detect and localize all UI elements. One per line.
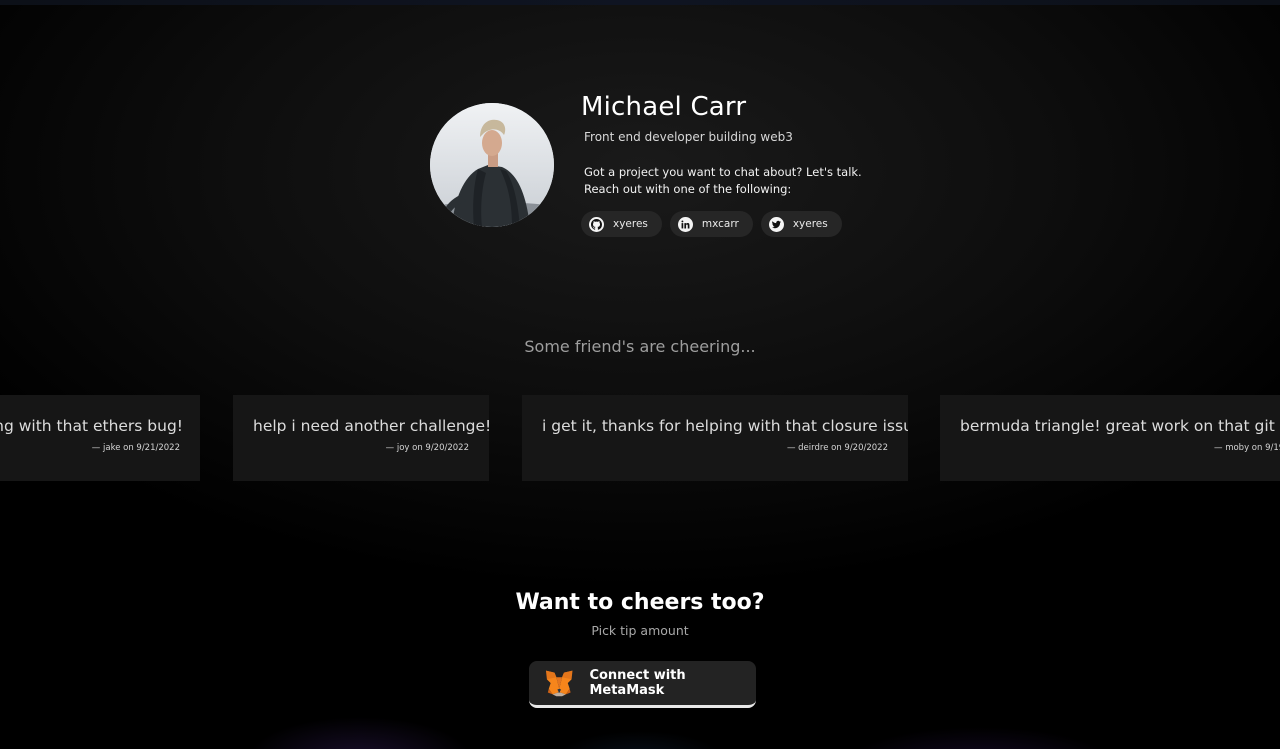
twitter-handle: xyeres <box>792 218 828 230</box>
cheers-heading: Some friend's are cheering... <box>524 337 756 356</box>
cta-line-2: Reach out with one of the following: <box>584 181 792 196</box>
connect-metamask-button[interactable]: Connect with MetaMask <box>529 661 756 708</box>
cheer-meta: — moby on 9/19/2022 <box>1214 443 1280 453</box>
social-links: xyeres mxcarr xyeres <box>581 211 901 237</box>
cheer-message: ping with that ethers bug! <box>0 417 184 435</box>
profile-name: Michael Carr <box>581 92 747 122</box>
cheer-card: ping with that ethers bug! — jake on 9/2… <box>0 395 200 481</box>
github-link[interactable]: xyeres <box>581 211 662 237</box>
cheer-meta: — jake on 9/21/2022 <box>91 443 180 453</box>
github-handle: xyeres <box>613 218 648 230</box>
cheer-card: bermuda triangle! great work on that git… <box>940 395 1280 481</box>
connect-metamask-label: Connect with MetaMask <box>589 668 686 698</box>
profile-tagline: Front end developer building web3 <box>584 130 793 144</box>
cheer-meta: — joy on 9/20/2022 <box>385 443 469 453</box>
tip-subtitle: Pick tip amount <box>591 623 689 638</box>
profile-info: Michael Carr Front end developer buildin… <box>581 90 901 237</box>
cheer-message: bermuda triangle! great work on that git… <box>960 417 1280 435</box>
avatar <box>430 103 554 227</box>
cheer-card: help i need another challenge! — joy on … <box>233 395 489 481</box>
cheer-message: i get it, thanks for helping with that c… <box>542 417 908 435</box>
cta-line-1: Got a project you want to chat about? Le… <box>584 165 862 179</box>
twitter-link[interactable]: xyeres <box>760 211 842 237</box>
page: Michael Carr Front end developer buildin… <box>0 0 1280 749</box>
cheer-card: i get it, thanks for helping with that c… <box>522 395 908 481</box>
tip-title: Want to cheers too? <box>515 590 765 615</box>
avatar-photo <box>430 103 554 227</box>
linkedin-link[interactable]: mxcarr <box>669 211 753 237</box>
github-icon <box>589 216 604 232</box>
linkedin-handle: mxcarr <box>701 218 739 230</box>
linkedin-icon <box>677 216 693 232</box>
profile-cta: Got a project you want to chat about? Le… <box>584 164 901 197</box>
twitter-icon <box>768 216 784 232</box>
cheer-message: help i need another challenge! <box>253 417 489 435</box>
metamask-fox-icon <box>545 670 573 697</box>
top-strip <box>0 0 1280 5</box>
cheer-meta: — deirdre on 9/20/2022 <box>786 443 888 453</box>
